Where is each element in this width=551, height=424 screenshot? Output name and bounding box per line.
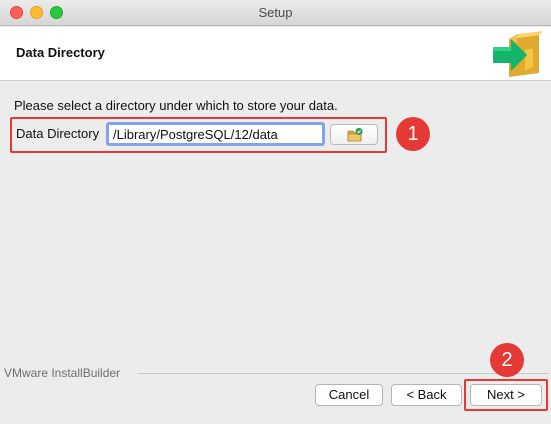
installer-box-arrow-icon bbox=[493, 31, 543, 77]
annotation-badge-1: 1 bbox=[396, 117, 430, 151]
page-title: Data Directory bbox=[16, 45, 105, 60]
cancel-button[interactable]: Cancel bbox=[315, 384, 383, 406]
next-button[interactable]: Next > bbox=[470, 384, 542, 406]
annotation-badge-2: 2 bbox=[490, 343, 524, 377]
instruction-text: Please select a directory under which to… bbox=[14, 98, 338, 113]
title-bar: Setup bbox=[0, 0, 551, 26]
setup-window: Setup Data Directory Please select a dir… bbox=[0, 0, 551, 424]
data-directory-input[interactable] bbox=[106, 122, 325, 146]
back-button[interactable]: < Back bbox=[391, 384, 462, 406]
browse-button[interactable] bbox=[330, 124, 378, 145]
folder-browse-icon bbox=[347, 127, 363, 142]
window-title: Setup bbox=[258, 5, 293, 20]
page-header: Data Directory bbox=[0, 27, 551, 81]
vendor-label: VMware InstallBuilder bbox=[4, 366, 121, 380]
footer-divider bbox=[138, 373, 549, 374]
data-directory-label: Data Directory bbox=[16, 126, 100, 141]
